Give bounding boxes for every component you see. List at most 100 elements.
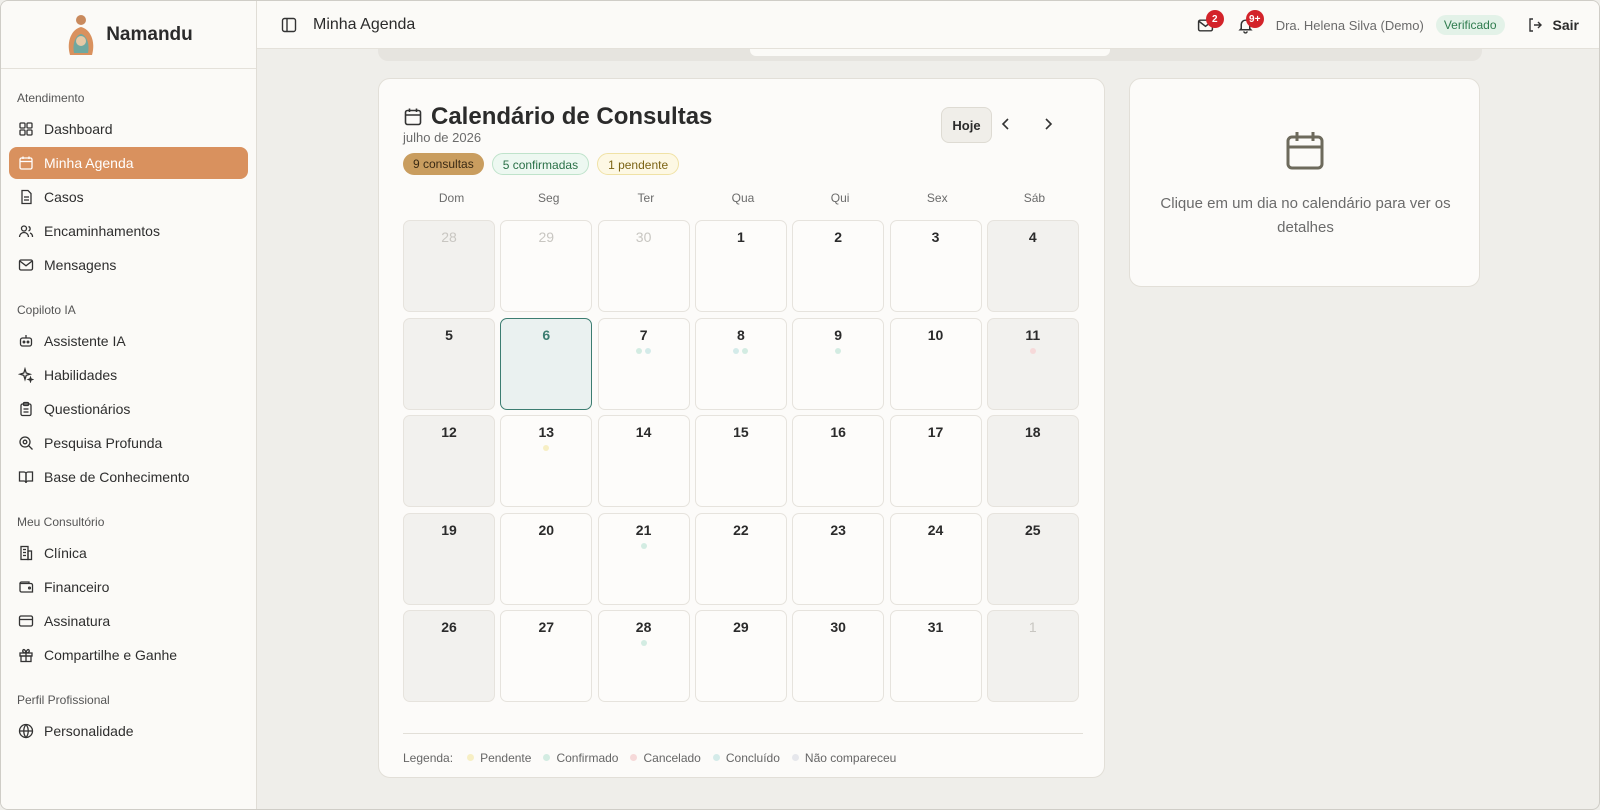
sidebar-item-financeiro[interactable]: Financeiro [9, 571, 248, 603]
day-number: 28 [441, 229, 457, 245]
calendar-day[interactable]: 25 [986, 512, 1079, 605]
sidebar-item-assinatura[interactable]: Assinatura [9, 605, 248, 637]
sidebar-item-pesquisa-profunda[interactable]: Pesquisa Profunda [9, 427, 248, 459]
calendar-day[interactable]: 3 [889, 220, 982, 312]
calendar-day[interactable]: 29 [694, 610, 787, 702]
mail-button[interactable]: 2 [1190, 9, 1224, 41]
notifications-button[interactable]: 9+ [1230, 9, 1264, 41]
sidebar-item-mensagens[interactable]: Mensagens [9, 249, 248, 281]
day-number: 9 [834, 326, 843, 343]
appointment-dot-pending [543, 445, 550, 451]
page-title: Minha Agenda [313, 15, 416, 33]
day-number: 12 [441, 424, 457, 440]
calendar-day[interactable]: 30 [792, 610, 885, 702]
sidebar-item-encaminhamentos[interactable]: Encaminhamentos [9, 215, 248, 247]
next-month-button[interactable] [1037, 113, 1059, 135]
appointment-dots [988, 347, 1078, 354]
day-number: 13 [538, 424, 555, 440]
sidebar-item-compartilhe-e-ganhe[interactable]: Compartilhe e Ganhe [9, 639, 248, 671]
logout-button[interactable]: Sair [1527, 17, 1579, 33]
calendar-day[interactable]: 14 [597, 415, 690, 507]
user-name[interactable]: Dra. Helena Silva (Demo) [1276, 18, 1424, 33]
nav-section-title: Perfil Profissional [17, 693, 110, 707]
calendar-day[interactable]: 24 [889, 512, 982, 605]
sidebar-item-habilidades[interactable]: Habilidades [9, 359, 248, 391]
calendar-day[interactable]: 28 [597, 610, 690, 702]
calendar-day[interactable]: 9 [792, 317, 885, 410]
day-number: 16 [830, 424, 846, 440]
gift-icon [19, 648, 33, 663]
sidebar-item-clinica[interactable]: Clínica [9, 537, 248, 569]
calendar-day[interactable]: 1 [694, 220, 787, 312]
calendar-day[interactable]: 4 [986, 220, 1079, 312]
topbar-actions: 2 9+ Dra. Helena Silva (Demo) Verificado… [1182, 1, 1579, 49]
pending-pill: 1 pendente [597, 153, 680, 175]
calendar-day[interactable]: 1 [986, 610, 1079, 702]
day-details-card: Clique em um dia no calendário para ver … [1129, 78, 1480, 287]
day-number: 25 [1025, 521, 1041, 538]
legend-text: Confirmado [556, 750, 619, 765]
sidebar-item-questionarios[interactable]: Questionários [9, 393, 248, 425]
calendar-day-today[interactable]: 6 [500, 317, 593, 410]
sidebar: Namandu Atendimento Dashboard Minha Agenda… [1, 1, 257, 809]
weekday-label: Sex [926, 191, 948, 205]
calendar-day[interactable]: 27 [500, 610, 593, 702]
sidebar-item-minha-agenda[interactable]: Minha Agenda [9, 147, 248, 179]
sidebar-item-dashboard[interactable]: Dashboard [9, 113, 248, 145]
calendar-day[interactable]: 12 [403, 415, 495, 507]
sidebar-item-casos[interactable]: Casos [9, 181, 248, 213]
sidebar-item-label: Casos [44, 189, 84, 205]
today-button[interactable]: Hoje [941, 107, 992, 143]
calendar-day[interactable]: 22 [694, 512, 787, 605]
topbar: Minha Agenda 2 9+ Dra. Helena Silva (Dem… [257, 1, 1599, 49]
day-number: 19 [441, 521, 457, 538]
calendar-day[interactable]: 26 [403, 610, 495, 702]
notifications-badge: 9+ [1245, 10, 1264, 28]
sidebar-toggle-icon[interactable] [279, 15, 299, 35]
sidebar-item-personalidade[interactable]: Personalidade [9, 715, 248, 747]
document-icon [21, 189, 32, 205]
calendar-day[interactable]: 30 [597, 220, 690, 312]
legend-text: Cancelado [643, 750, 701, 765]
calendar-day[interactable]: 31 [889, 610, 982, 702]
prev-month-button[interactable] [995, 113, 1017, 135]
calendar-day[interactable]: 21 [597, 512, 690, 605]
day-number: 22 [733, 521, 749, 538]
book-icon [18, 471, 34, 484]
calendar-day[interactable]: 17 [889, 415, 982, 507]
sidebar-item-base-de-conhecimento[interactable]: Base de Conhecimento [9, 461, 248, 493]
calendar-day[interactable]: 28 [403, 220, 495, 312]
calendar-day[interactable]: 2 [792, 220, 885, 312]
calendar-day[interactable]: 13 [500, 415, 593, 507]
logout-icon [1528, 18, 1542, 32]
calendar-day[interactable]: 20 [500, 512, 593, 605]
appointment-dots [599, 640, 689, 646]
calendar-day[interactable]: 11 [986, 317, 1079, 410]
legend-text: Concluído [725, 750, 780, 765]
brand[interactable]: Namandu [1, 1, 256, 69]
users-icon [18, 225, 34, 238]
wallet-icon [19, 581, 34, 593]
sidebar-item-label: Clínica [44, 545, 87, 561]
calendar-day[interactable]: 10 [889, 317, 982, 410]
legend-item-confirmed: Confirmado [543, 751, 618, 765]
mail-icon [18, 259, 34, 271]
sidebar-nav: Atendimento Dashboard Minha Agenda Casos Enc… [1, 85, 256, 747]
weekday-label: Dom [438, 191, 465, 205]
calendar-day[interactable]: 19 [403, 512, 495, 605]
calendar-day[interactable]: 16 [792, 415, 885, 507]
calendar-day[interactable]: 8 [694, 317, 787, 410]
calendar-day[interactable]: 29 [500, 220, 593, 312]
nav-section-title: Meu Consultório [17, 515, 105, 529]
calendar-day[interactable]: 23 [792, 512, 885, 605]
appointment-dots [599, 347, 689, 354]
legend-item-noshow: Não compareceu [791, 751, 896, 765]
calendar-day[interactable]: 18 [986, 415, 1079, 507]
clipboard-icon [20, 401, 32, 417]
sidebar-item-assistente-ia[interactable]: Assistente IA [9, 325, 248, 357]
calendar-day[interactable]: 15 [694, 415, 787, 507]
calendar-day[interactable]: 7 [597, 317, 690, 410]
building-icon [20, 545, 33, 561]
calendar-day[interactable]: 5 [403, 317, 495, 410]
day-number: 31 [927, 619, 944, 635]
